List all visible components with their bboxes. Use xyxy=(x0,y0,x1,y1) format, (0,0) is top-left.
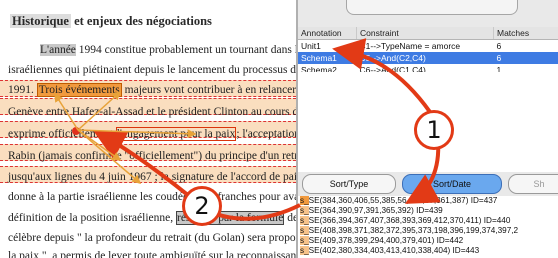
callout-badge-1: 1 xyxy=(414,110,454,150)
callout-arrows xyxy=(54,38,441,221)
link-line xyxy=(54,92,79,131)
arrow-1-to-schema1 xyxy=(332,38,432,114)
link-line xyxy=(77,129,197,139)
callout-badge-2: 2 xyxy=(182,186,222,226)
link-line xyxy=(77,90,122,131)
